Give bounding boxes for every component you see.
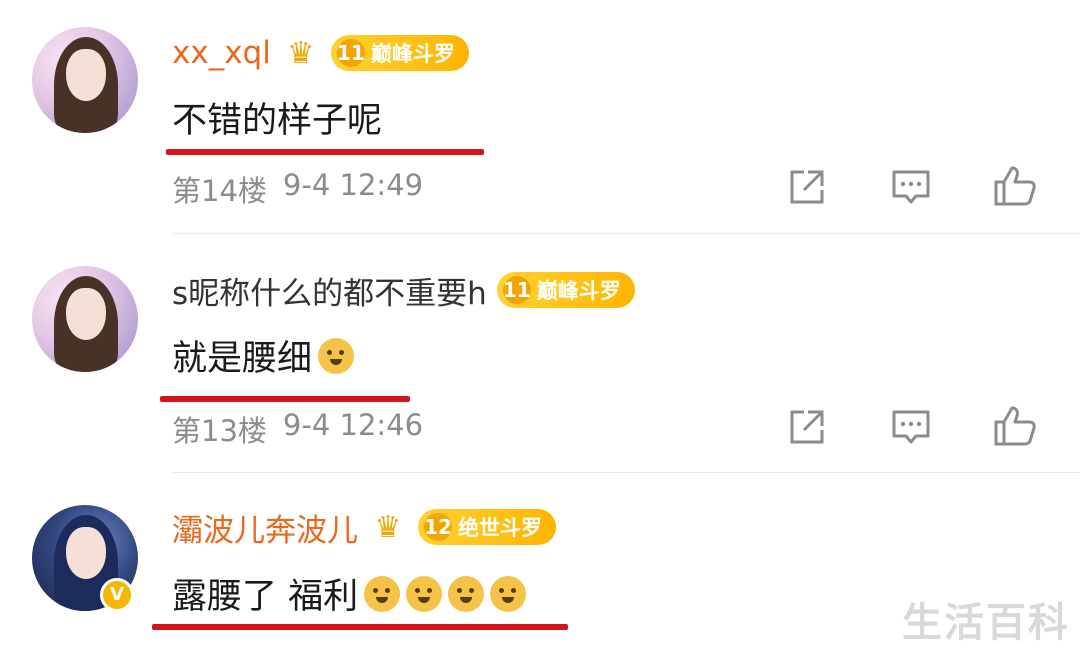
comment-text: 不错的样子呢	[172, 92, 382, 143]
comment-meta: 第13楼 9-4 12:46	[172, 408, 423, 450]
username[interactable]: 灞波儿奔波儿	[172, 505, 358, 550]
comment-meta: 第14楼 9-4 12:49	[172, 168, 423, 210]
comment-text: 露腰了 福利	[172, 568, 527, 619]
doge-emoji-icon	[406, 575, 443, 612]
name-row: xx_xql ♛ 11 巅峰斗罗	[172, 31, 469, 75]
badge-title: 巅峰斗罗	[370, 42, 455, 66]
red-underline	[152, 624, 568, 630]
watermark: 生活百科	[902, 600, 1070, 646]
level-badge[interactable]: 11 巅峰斗罗	[496, 272, 635, 308]
badge-level: 11	[502, 276, 531, 304]
badge-title: 巅峰斗罗	[536, 279, 621, 303]
share-icon[interactable]	[784, 164, 830, 210]
comment-icon[interactable]	[888, 404, 934, 450]
laughing-emoji-icon	[448, 575, 485, 612]
level-badge[interactable]: 12 绝世斗罗	[418, 509, 556, 545]
timestamp: 9-4 12:49	[282, 168, 424, 202]
laughing-emoji-icon	[490, 575, 527, 612]
red-underline	[166, 149, 484, 155]
crown-icon: ♛	[287, 35, 315, 71]
comment-text-body: 不错的样子呢	[172, 101, 383, 141]
avatar[interactable]	[32, 27, 138, 133]
avatar-face	[66, 527, 106, 579]
username[interactable]: xx_xql	[172, 35, 271, 71]
avatar-face	[66, 49, 106, 101]
floor-number: 第13楼	[172, 414, 267, 448]
username[interactable]: s昵称什么的都不重要h	[172, 268, 487, 313]
doge-emoji-icon	[318, 337, 355, 374]
avatar[interactable]	[32, 266, 138, 372]
comment-text: 就是腰细	[172, 330, 355, 381]
divider	[172, 233, 1080, 234]
comment-text-body: 露腰了 福利	[172, 577, 359, 617]
share-icon[interactable]	[784, 404, 830, 450]
red-underline	[160, 396, 410, 402]
floor-number: 第14楼	[172, 174, 267, 208]
avatar-face	[66, 288, 106, 340]
badge-level: 11	[336, 39, 365, 67]
doge-emoji-icon	[364, 575, 401, 612]
comment-text-body: 就是腰细	[172, 339, 313, 379]
verified-badge-icon: V	[100, 578, 134, 612]
name-row: s昵称什么的都不重要h 11 巅峰斗罗	[172, 268, 635, 312]
thumbs-up-icon[interactable]	[992, 404, 1038, 450]
badge-title: 绝世斗罗	[458, 516, 542, 540]
crown-icon: ♛	[374, 509, 402, 545]
timestamp: 9-4 12:46	[282, 408, 424, 442]
thumbs-up-icon[interactable]	[992, 164, 1038, 210]
comment-icon[interactable]	[888, 164, 934, 210]
name-row: 灞波儿奔波儿 ♛ 12 绝世斗罗	[172, 505, 556, 549]
level-badge[interactable]: 11 巅峰斗罗	[330, 35, 469, 71]
badge-level: 12	[424, 513, 452, 541]
divider	[172, 472, 1080, 473]
